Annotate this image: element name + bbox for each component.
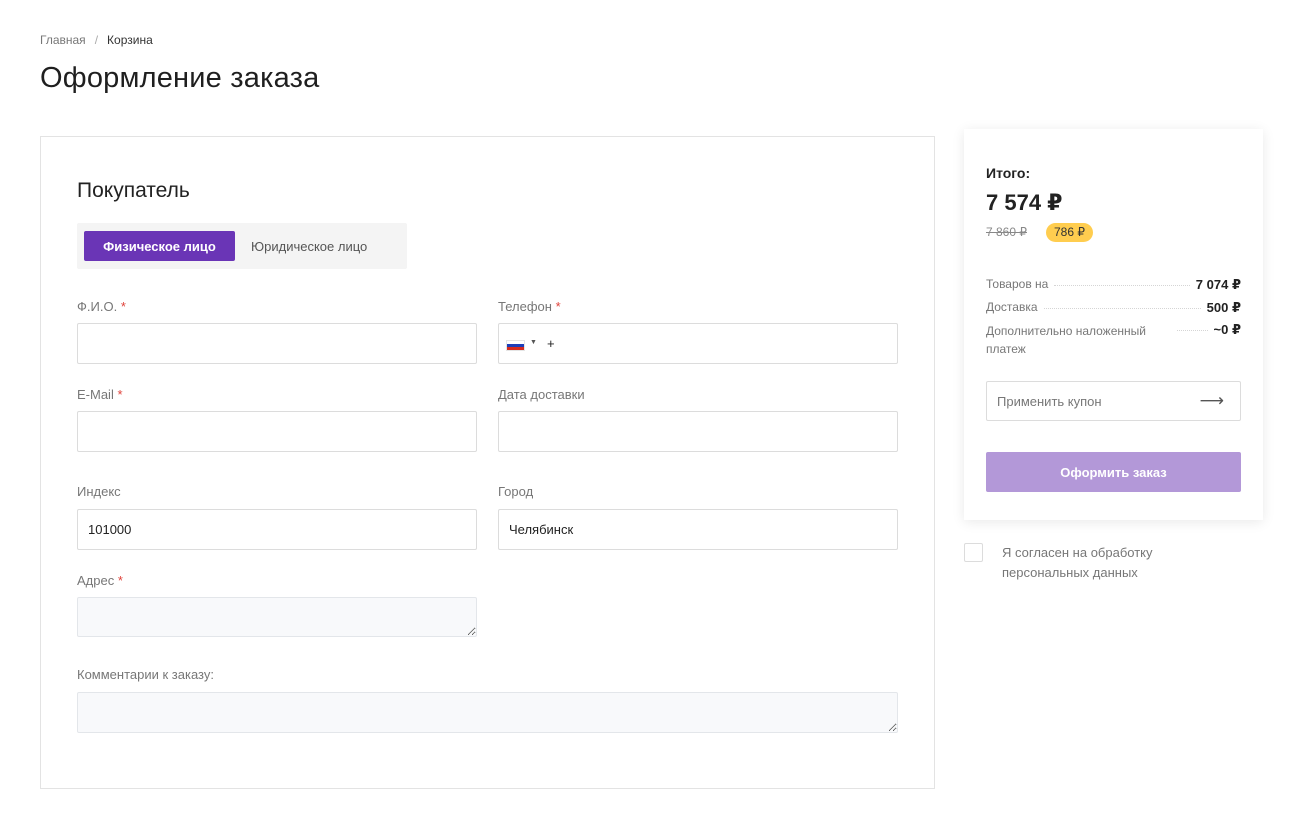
city-input[interactable]: [498, 509, 898, 550]
summary-row-label: Дополнительно наложенный платеж: [986, 324, 1146, 356]
place-order-button[interactable]: Оформить заказ: [986, 452, 1241, 492]
delivery-date-label: Дата доставки: [498, 387, 585, 402]
buyer-type-switch: Физическое лицо Юридическое лицо: [77, 223, 407, 269]
discount-badge: 786 ₽: [1046, 223, 1093, 242]
arrow-right-icon[interactable]: ⟶: [1200, 391, 1224, 411]
chevron-down-icon[interactable]: ▼: [530, 339, 537, 346]
breadcrumb-home[interactable]: Главная: [40, 33, 86, 47]
phone-input[interactable]: ▼ +: [498, 323, 898, 364]
breadcrumb-separator: /: [94, 33, 99, 47]
index-input[interactable]: [77, 509, 477, 550]
required-mark: *: [120, 299, 126, 314]
agreement-checkbox[interactable]: [964, 543, 983, 562]
row-dots: [1054, 277, 1190, 286]
email-input[interactable]: [77, 411, 477, 452]
phone-code: +: [547, 336, 555, 351]
summary-row-value: ~0 ₽: [1213, 322, 1241, 337]
individual-type-button[interactable]: Физическое лицо: [84, 231, 235, 261]
index-label: Индекс: [77, 484, 121, 499]
coupon-field: ⟶: [986, 381, 1241, 421]
comment-label: Комментарии к заказу:: [77, 667, 214, 682]
address-textarea[interactable]: [77, 597, 477, 637]
email-label: E-Mail *: [77, 387, 123, 402]
phone-label-text: Телефон: [498, 299, 552, 314]
summary-row-label: Доставка: [986, 300, 1038, 314]
address-label-text: Адрес: [77, 573, 115, 588]
phone-label: Телефон *: [498, 299, 561, 314]
required-mark: *: [117, 573, 123, 588]
summary-total: 7 574 ₽: [986, 190, 1063, 215]
agreement-text: Я согласен на обработку персональных дан…: [1002, 545, 1153, 580]
page-title: Оформление заказа: [40, 62, 320, 94]
summary-row-value: 500 ₽: [1206, 300, 1241, 315]
comment-textarea[interactable]: [77, 692, 898, 733]
row-dots: [1177, 322, 1208, 331]
address-label: Адрес *: [77, 573, 123, 588]
coupon-input[interactable]: [987, 382, 1192, 420]
city-label: Город: [498, 484, 534, 499]
row-dots: [1043, 300, 1201, 309]
summary-row-delivery: Доставка 500 ₽: [986, 300, 1241, 316]
order-summary-card: Итого: 7 574 ₽ 7 860 ₽ 786 ₽ Товаров на …: [964, 129, 1263, 520]
summary-label: Итого:: [986, 165, 1031, 181]
summary-row-label: Товаров на: [986, 277, 1049, 291]
name-input[interactable]: [77, 323, 477, 364]
name-label-text: Ф.И.О.: [77, 299, 118, 314]
required-mark: *: [117, 387, 123, 402]
delivery-date-input[interactable]: [498, 411, 898, 452]
legal-type-button[interactable]: Юридическое лицо: [243, 231, 391, 261]
breadcrumb: Главная / Корзина: [40, 33, 153, 47]
summary-row-value: 7 074 ₽: [1195, 277, 1241, 292]
summary-row-cod-fee: Дополнительно наложенный платеж ~0 ₽: [986, 322, 1241, 358]
buyer-form-panel: Покупатель Физическое лицо Юридическое л…: [40, 136, 935, 789]
breadcrumb-current: Корзина: [107, 33, 153, 47]
section-title: Покупатель: [77, 179, 190, 202]
email-label-text: E-Mail: [77, 387, 114, 402]
required-mark: *: [555, 299, 561, 314]
summary-old-total: 7 860 ₽: [986, 225, 1027, 239]
summary-row-goods: Товаров на 7 074 ₽: [986, 277, 1241, 293]
name-label: Ф.И.О. *: [77, 299, 126, 314]
russia-flag-icon[interactable]: [506, 340, 525, 351]
